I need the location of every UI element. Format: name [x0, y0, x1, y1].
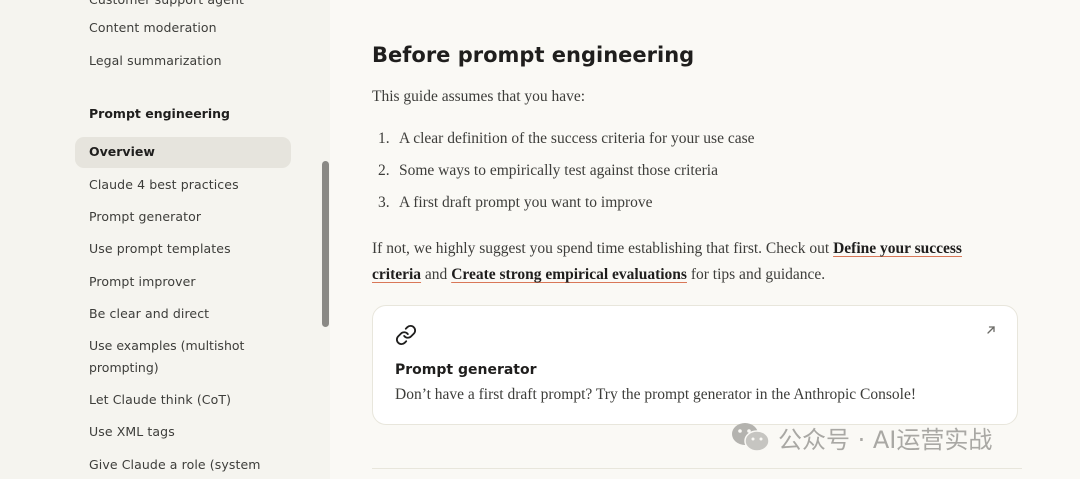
page-heading: Before prompt engineering [372, 43, 695, 67]
prerequisites-list: 1. A clear definition of the success crit… [378, 128, 755, 224]
sidebar-scrollbar[interactable] [322, 161, 329, 327]
sidebar-item-let-claude-think[interactable]: Let Claude think (CoT) [89, 389, 231, 411]
watermark: 公众号 · AI运营实战 [730, 420, 992, 455]
link-icon [395, 324, 417, 346]
watermark-text: 公众号 · AI运营实战 [778, 426, 993, 454]
sidebar-item-use-prompt-templates[interactable]: Use prompt templates [89, 238, 231, 260]
wechat-icon [732, 422, 770, 452]
sidebar-item-customer-support[interactable]: Customer support agent [89, 0, 244, 11]
sidebar-item-claude-4-best-practices[interactable]: Claude 4 best practices [89, 174, 239, 196]
section-divider [372, 468, 1022, 469]
list-item: 3. A first draft prompt you want to impro… [378, 194, 653, 211]
sidebar: Customer support agent Content moderatio… [0, 0, 330, 479]
list-item: 1. A clear definition of the success crit… [378, 130, 755, 147]
sidebar-section-title: Prompt engineering [89, 106, 230, 121]
card-title: Prompt generator [395, 362, 537, 378]
sidebar-item-prompt-generator[interactable]: Prompt generator [89, 206, 201, 228]
sidebar-item-legal-summarization[interactable]: Legal summarization [89, 50, 222, 72]
sidebar-item-use-examples[interactable]: Use examples (multishot prompting) [89, 335, 279, 379]
sidebar-item-use-xml-tags[interactable]: Use XML tags [89, 421, 175, 443]
sidebar-item-prompt-improver[interactable]: Prompt improver [89, 271, 196, 293]
list-item: 2. Some ways to empirically test against … [378, 162, 718, 179]
prompt-generator-card[interactable]: Prompt generator Don’t have a first draf… [372, 305, 1018, 425]
sidebar-item-label: Overview [89, 144, 155, 159]
intro-text: This guide assumes that you have: [372, 88, 586, 105]
sidebar-item-give-claude-a-role[interactable]: Give Claude a role (system [89, 454, 261, 476]
external-arrow-icon [987, 326, 995, 334]
sidebar-item-overview[interactable]: Overview [75, 137, 291, 168]
main-content: Before prompt engineering This guide ass… [330, 0, 1080, 479]
sidebar-item-be-clear-and-direct[interactable]: Be clear and direct [89, 303, 209, 325]
notice-text: If not, we highly suggest you spend time… [372, 240, 962, 283]
card-description: Don’t have a first draft prompt? Try the… [395, 386, 917, 403]
sidebar-item-content-moderation[interactable]: Content moderation [89, 17, 217, 39]
create-evaluations-link[interactable]: Create strong empirical evaluations [451, 266, 687, 283]
